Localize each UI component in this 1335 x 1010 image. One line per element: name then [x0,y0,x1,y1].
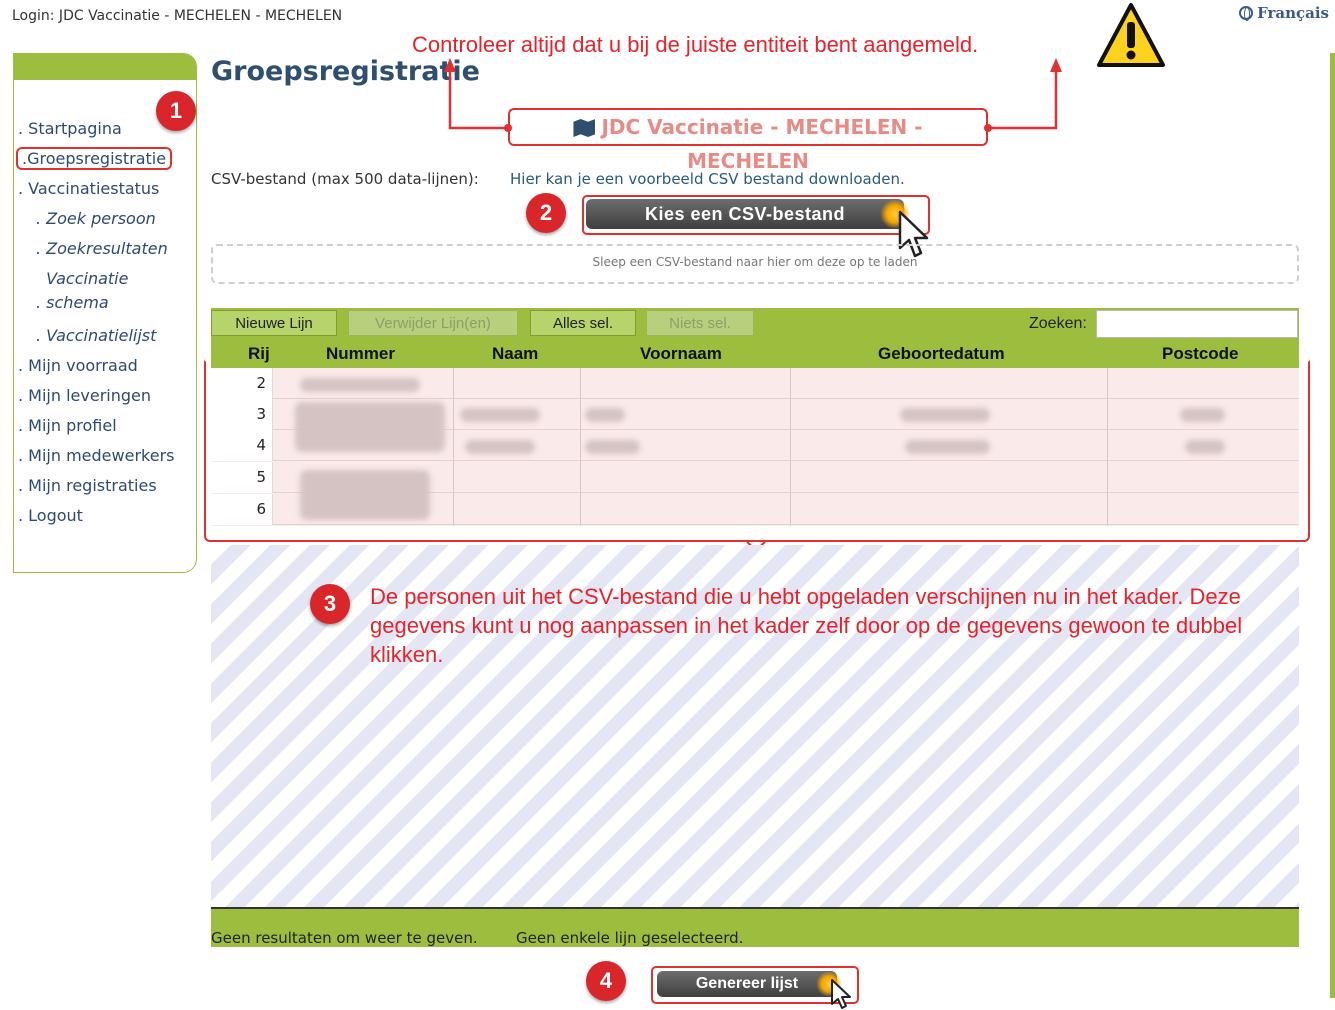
select-none-button[interactable]: Niets sel. [646,310,754,336]
csv-label: CSV-bestand (max 500 data-lijnen): [211,170,479,188]
delete-lines-button[interactable]: Verwijder Lijn(en) [348,310,518,336]
sidebar-item-vaccinatiestatus[interactable]: . Vaccinatiestatus [14,174,196,204]
warning-icon [1097,3,1165,67]
login-info: Login: JDC Vaccinatie - MECHELEN - MECHE… [12,8,343,24]
no-results-text: Geen resultaten om weer te geven. [211,929,478,947]
csv-dropzone[interactable]: Sleep een CSV-bestand naar hier om deze … [211,244,1299,284]
select-all-button[interactable]: Alles sel. [530,310,636,336]
page-title: Groepsregistratie [211,56,480,87]
csv-example-link[interactable]: Hier kan je een voorbeeld CSV bestand do… [510,170,905,188]
search-input[interactable] [1096,310,1298,338]
sidebar-item-mijn-profiel[interactable]: . Mijn profiel [14,411,196,441]
mouse-pointer-icon [831,979,851,1009]
table-highlight [204,360,1310,542]
sidebar-item-logout[interactable]: . Logout [14,501,196,531]
warning-annotation: Controleer altijd dat u bij de juiste en… [412,32,979,57]
step-badge-4: 4 [586,961,626,1001]
sidebar-header-bar [14,54,196,80]
map-icon [573,119,596,137]
step-badge-1: 1 [156,91,196,131]
sidebar-menu: . Startpagina .Groepsregistratie . Vacci… [14,114,196,531]
sidebar-item-zoekresultaten[interactable]: . Zoekresultaten [14,234,196,264]
sidebar-item-mijn-voorraad[interactable]: . Mijn voorraad [14,351,196,381]
step-badge-2: 2 [526,193,566,233]
search-label: Zoeken: [1029,315,1087,332]
sidebar-item-vaccinatielijst[interactable]: . Vaccinatielijst [14,321,196,351]
entity-indicator: JDC Vaccinatie - MECHELEN - MECHELEN [508,108,988,173]
choose-csv-button[interactable]: Kies een CSV-bestand [586,199,904,229]
sidebar-item-mijn-leveringen[interactable]: . Mijn leveringen [14,381,196,411]
sidebar-item-mijn-medewerkers[interactable]: . Mijn medewerkers [14,441,196,471]
generate-list-button[interactable]: Genereer lijst [657,971,837,997]
sidebar: . Startpagina .Groepsregistratie . Vacci… [13,53,197,573]
sidebar-item-groepsregistratie[interactable]: .Groepsregistratie [14,144,196,174]
language-label: Français [1257,4,1329,22]
language-link[interactable]: Français [1239,4,1329,22]
right-border-bar [1330,53,1335,998]
explanation-annotation: De personen uit het CSV-bestand die u he… [370,584,1243,667]
sidebar-item-mijn-registraties[interactable]: . Mijn registraties [14,471,196,501]
no-selection-text: Geen enkele lijn geselecteerd. [516,929,744,947]
globe-icon [1239,6,1254,21]
sidebar-item-vaccinatie-schema[interactable]: . Vaccinatie schema [14,264,196,321]
new-line-button[interactable]: Nieuwe Lijn [211,310,337,336]
sidebar-item-zoek-persoon[interactable]: . Zoek persoon [14,204,196,234]
step-badge-3: 3 [310,584,350,624]
